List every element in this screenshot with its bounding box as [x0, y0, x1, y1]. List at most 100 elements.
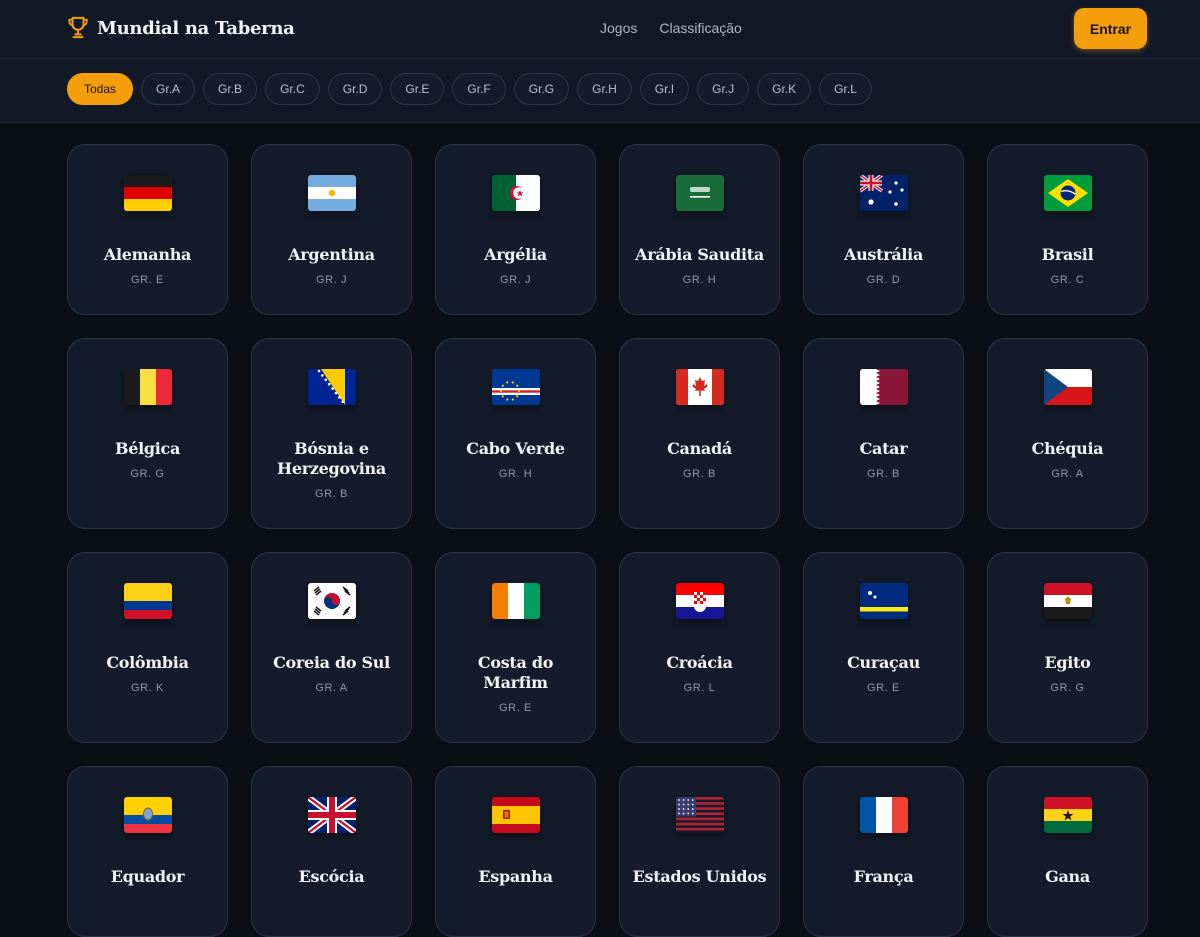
filter-chip-gr-i[interactable]: Gr.I [639, 73, 690, 105]
filter-chip-gr-g[interactable]: Gr.G [513, 73, 570, 105]
team-group: GR. B [315, 488, 348, 500]
team-group: GR. B [683, 468, 716, 480]
team-group: GR. G [1050, 682, 1085, 694]
trophy-icon [68, 16, 88, 39]
flag-bosnia-icon [307, 369, 356, 405]
team-group: GR. J [315, 274, 348, 286]
filter-chip-gr-l[interactable]: Gr.L [819, 73, 872, 105]
team-name: Costa do Marfim [477, 653, 554, 692]
team-card[interactable]: Coreia do Sul GR. A [251, 552, 412, 743]
flag-germany-icon [123, 175, 172, 211]
flag-croatia-icon [675, 583, 724, 619]
team-card[interactable]: Gana [987, 766, 1148, 937]
team-name: Egito [1044, 653, 1091, 672]
flag-canada-icon [675, 369, 724, 405]
team-name: Equador [110, 867, 185, 886]
filter-chip-gr-j[interactable]: Gr.J [697, 73, 750, 105]
team-card[interactable]: Arábia Saudita GR. H [619, 144, 780, 315]
flag-belgium-icon [123, 369, 172, 405]
flag-ivory-coast-icon [491, 583, 540, 619]
team-name: Bósnia e Herzegovina [277, 439, 386, 478]
filter-chip-gr-c[interactable]: Gr.C [265, 73, 320, 105]
team-group: GR. H [682, 274, 717, 286]
team-name: Catar [859, 439, 908, 458]
team-name: Cabo Verde [466, 439, 565, 458]
flag-south-korea-icon [307, 583, 356, 619]
team-card[interactable]: Austrália GR. D [803, 144, 964, 315]
flag-spain-icon [491, 797, 540, 833]
team-name: Alemanha [103, 245, 192, 264]
team-card[interactable]: Escócia [251, 766, 412, 937]
filter-chip-gr-b[interactable]: Gr.B [203, 73, 258, 105]
nav-link-jogos[interactable]: Jogos [600, 20, 637, 36]
main-nav: Jogos Classificação [600, 20, 742, 36]
filter-chip-gr-e[interactable]: Gr.E [390, 73, 445, 105]
team-card[interactable]: Bélgica GR. G [67, 338, 228, 529]
team-card[interactable]: Argentina GR. J [251, 144, 412, 315]
team-name: Gana [1045, 867, 1090, 886]
team-group: GR. E [131, 274, 164, 286]
team-card[interactable]: Costa do Marfim GR. E [435, 552, 596, 743]
team-card[interactable]: Equador [67, 766, 228, 937]
team-name: Chéquia [1031, 439, 1104, 458]
team-name: Colômbia [106, 653, 189, 672]
flag-ecuador-icon [123, 797, 172, 833]
filter-chip-gr-a[interactable]: Gr.A [141, 73, 196, 105]
team-name: Canadá [667, 439, 732, 458]
group-filter-bar: Todas Gr.A Gr.B Gr.C Gr.D Gr.E Gr.F Gr.G Gr.H Gr.… [0, 59, 1200, 123]
flag-united-states-icon [675, 797, 724, 833]
team-card[interactable]: Croácia GR. L [619, 552, 780, 743]
team-group: GR. K [131, 682, 164, 694]
flag-curacao-icon [859, 583, 908, 619]
top-bar: Mundial na Taberna Jogos Classificação E… [0, 0, 1200, 59]
team-card[interactable]: Estados Unidos [619, 766, 780, 937]
teams-grid: Alemanha GR. E Argentina GR. J Argélia GR. JA… [67, 144, 1148, 937]
team-card[interactable]: Canadá GR. B [619, 338, 780, 529]
team-name: Coreia do Sul [273, 653, 390, 672]
brand[interactable]: Mundial na Taberna [67, 16, 295, 40]
team-group: GR. L [683, 682, 716, 694]
team-card[interactable]: Espanha [435, 766, 596, 937]
flag-ghana-icon [1043, 797, 1092, 833]
filter-chip-gr-d[interactable]: Gr.D [327, 73, 383, 105]
team-group: GR. D [866, 274, 901, 286]
login-button[interactable]: Entrar [1074, 8, 1147, 49]
team-card[interactable]: Brasil GR. C [987, 144, 1148, 315]
team-card[interactable]: Colômbia GR. K [67, 552, 228, 743]
filter-chip-gr-f[interactable]: Gr.F [452, 73, 506, 105]
team-card[interactable]: Chéquia GR. A [987, 338, 1148, 529]
team-card[interactable]: Curaçau GR. E [803, 552, 964, 743]
flag-saudi-arabia-icon [675, 175, 724, 211]
team-name: Escócia [298, 867, 365, 886]
team-name: Bélgica [114, 439, 181, 458]
filter-chip-gr-h[interactable]: Gr.H [577, 73, 632, 105]
team-name: Croácia [666, 653, 733, 672]
team-card[interactable]: Catar GR. B [803, 338, 964, 529]
team-name: Argélia [484, 245, 547, 264]
nav-link-classificacao[interactable]: Classificação [659, 20, 741, 36]
team-name: Curaçau [847, 653, 920, 672]
team-card[interactable]: Alemanha GR. E [67, 144, 228, 315]
filter-chip-gr-k[interactable]: Gr.K [757, 73, 812, 105]
flag-france-icon [859, 797, 908, 833]
flag-brazil-icon [1043, 175, 1092, 211]
flag-cape-verde-icon [491, 369, 540, 405]
team-name: Austrália [843, 245, 924, 264]
team-card[interactable]: França [803, 766, 964, 937]
flag-argentina-icon [307, 175, 356, 211]
team-card[interactable]: Egito GR. G [987, 552, 1148, 743]
team-group: GR. E [499, 702, 532, 714]
team-card[interactable]: Bósnia e Herzegovina GR. B [251, 338, 412, 529]
team-name: Arábia Saudita [635, 245, 764, 264]
flag-scotland-icon [307, 797, 356, 833]
flag-egypt-icon [1043, 583, 1092, 619]
filter-chip-all[interactable]: Todas [67, 73, 134, 105]
flag-qatar-icon [859, 369, 908, 405]
team-group: GR. J [499, 274, 532, 286]
team-group: GR. G [130, 468, 165, 480]
flag-algeria-icon [491, 175, 540, 211]
team-card[interactable]: Argélia GR. J [435, 144, 596, 315]
team-card[interactable]: Cabo Verde GR. H [435, 338, 596, 529]
team-group: GR. B [867, 468, 900, 480]
brand-name: Mundial na Taberna [97, 17, 295, 39]
